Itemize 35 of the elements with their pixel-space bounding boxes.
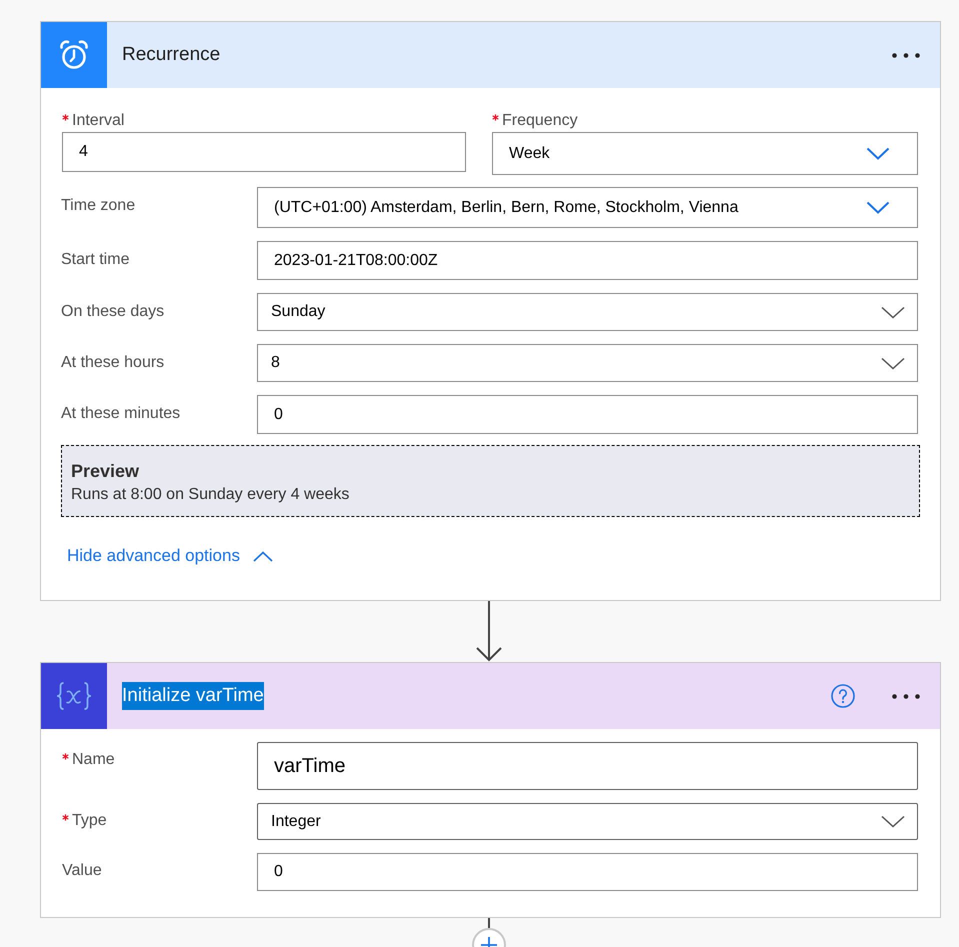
card-title[interactable]: Recurrence <box>122 41 220 69</box>
more-icon[interactable] <box>892 694 920 698</box>
curly-braces-icon <box>41 663 107 729</box>
text-field[interactable]: 0 <box>257 395 918 434</box>
text-field[interactable]: 4 <box>62 132 466 172</box>
field-label: Start time <box>61 250 130 270</box>
chevron-down-icon <box>881 356 905 370</box>
dropdown-field[interactable]: Week <box>492 132 918 175</box>
text-field[interactable]: 0 <box>257 853 918 891</box>
card-title[interactable]: Initialize varTime <box>122 682 264 710</box>
field-label: At these hours <box>61 353 164 373</box>
text-field[interactable]: 2023-01-21T08:00:00Z <box>257 241 918 280</box>
chevron-down-icon <box>866 201 890 214</box>
dropdown-field[interactable]: Integer <box>257 803 918 840</box>
chevron-down-icon <box>866 147 890 160</box>
field-label: Time zone <box>61 196 136 216</box>
advanced-options-link[interactable]: Hide advanced options <box>67 546 273 566</box>
more-icon[interactable] <box>892 52 920 58</box>
field-label: Type <box>72 811 107 831</box>
chevron-down-icon <box>881 815 905 828</box>
field-label: Frequency <box>502 111 578 131</box>
field-label: On these days <box>61 302 164 322</box>
dropdown-field[interactable]: 8 <box>257 344 918 382</box>
preview-heading: Preview <box>71 460 140 482</box>
field-label: Name <box>72 750 115 770</box>
dropdown-field[interactable]: (UTC+01:00) Amsterdam, Berlin, Bern, Rome, Stockholm, Vienna <box>257 187 918 228</box>
dropdown-field[interactable]: Sunday <box>257 293 918 331</box>
preview-text: Runs at 8:00 on Sunday every 4 weeks <box>71 485 350 505</box>
field-label: Interval <box>72 111 124 131</box>
text-field[interactable]: varTime <box>257 742 918 790</box>
field-label: Value <box>62 861 102 881</box>
help-icon[interactable] <box>831 684 855 708</box>
field-label: At these minutes <box>61 404 180 424</box>
chevron-down-icon <box>881 306 905 318</box>
connector-arrow <box>475 601 503 662</box>
